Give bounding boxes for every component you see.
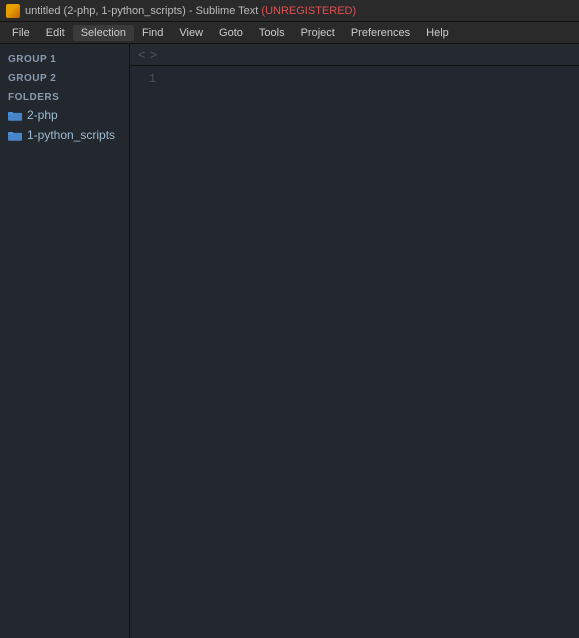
window-title: untitled (2-php, 1-python_scripts) - Sub… [25, 5, 356, 17]
sublime-text-icon [6, 4, 20, 18]
sidebar-item-2php[interactable]: 2-php [0, 105, 129, 125]
folder-icon-python [8, 130, 22, 141]
menu-goto[interactable]: Goto [211, 25, 251, 41]
menu-find[interactable]: Find [134, 25, 171, 41]
editor-area: < > 1 [130, 44, 579, 638]
menu-project[interactable]: Project [293, 25, 343, 41]
editor-nav: < > [130, 44, 579, 66]
line-number-1: 1 [130, 70, 156, 89]
sidebar: GROUP 1 GROUP 2 FOLDERS 2-php 1-python_s… [0, 44, 130, 638]
folder-name-php: 2-php [27, 108, 58, 122]
nav-back-button[interactable]: < [138, 47, 146, 62]
group1-label: GROUP 1 [0, 48, 129, 67]
menu-file[interactable]: File [4, 25, 38, 41]
menu-selection[interactable]: Selection [73, 25, 134, 41]
line-numbers: 1 [130, 66, 164, 638]
folder-icon-php [8, 110, 22, 121]
folders-label: FOLDERS [0, 86, 129, 105]
title-text-main: untitled (2-php, 1-python_scripts) - Sub… [25, 5, 258, 17]
main-layout: GROUP 1 GROUP 2 FOLDERS 2-php 1-python_s… [0, 44, 579, 638]
menu-help[interactable]: Help [418, 25, 457, 41]
sidebar-item-python[interactable]: 1-python_scripts [0, 125, 129, 145]
menu-bar: File Edit Selection Find View Goto Tools… [0, 22, 579, 44]
menu-tools[interactable]: Tools [251, 25, 293, 41]
nav-forward-button[interactable]: > [150, 47, 158, 62]
unregistered-label: (UNREGISTERED) [261, 5, 356, 17]
editor-code-area[interactable] [164, 66, 579, 638]
menu-view[interactable]: View [171, 25, 211, 41]
folder-name-python: 1-python_scripts [27, 128, 115, 142]
title-bar: untitled (2-php, 1-python_scripts) - Sub… [0, 0, 579, 22]
menu-edit[interactable]: Edit [38, 25, 73, 41]
editor-content[interactable]: 1 [130, 66, 579, 638]
menu-preferences[interactable]: Preferences [343, 25, 418, 41]
group2-label: GROUP 2 [0, 67, 129, 86]
